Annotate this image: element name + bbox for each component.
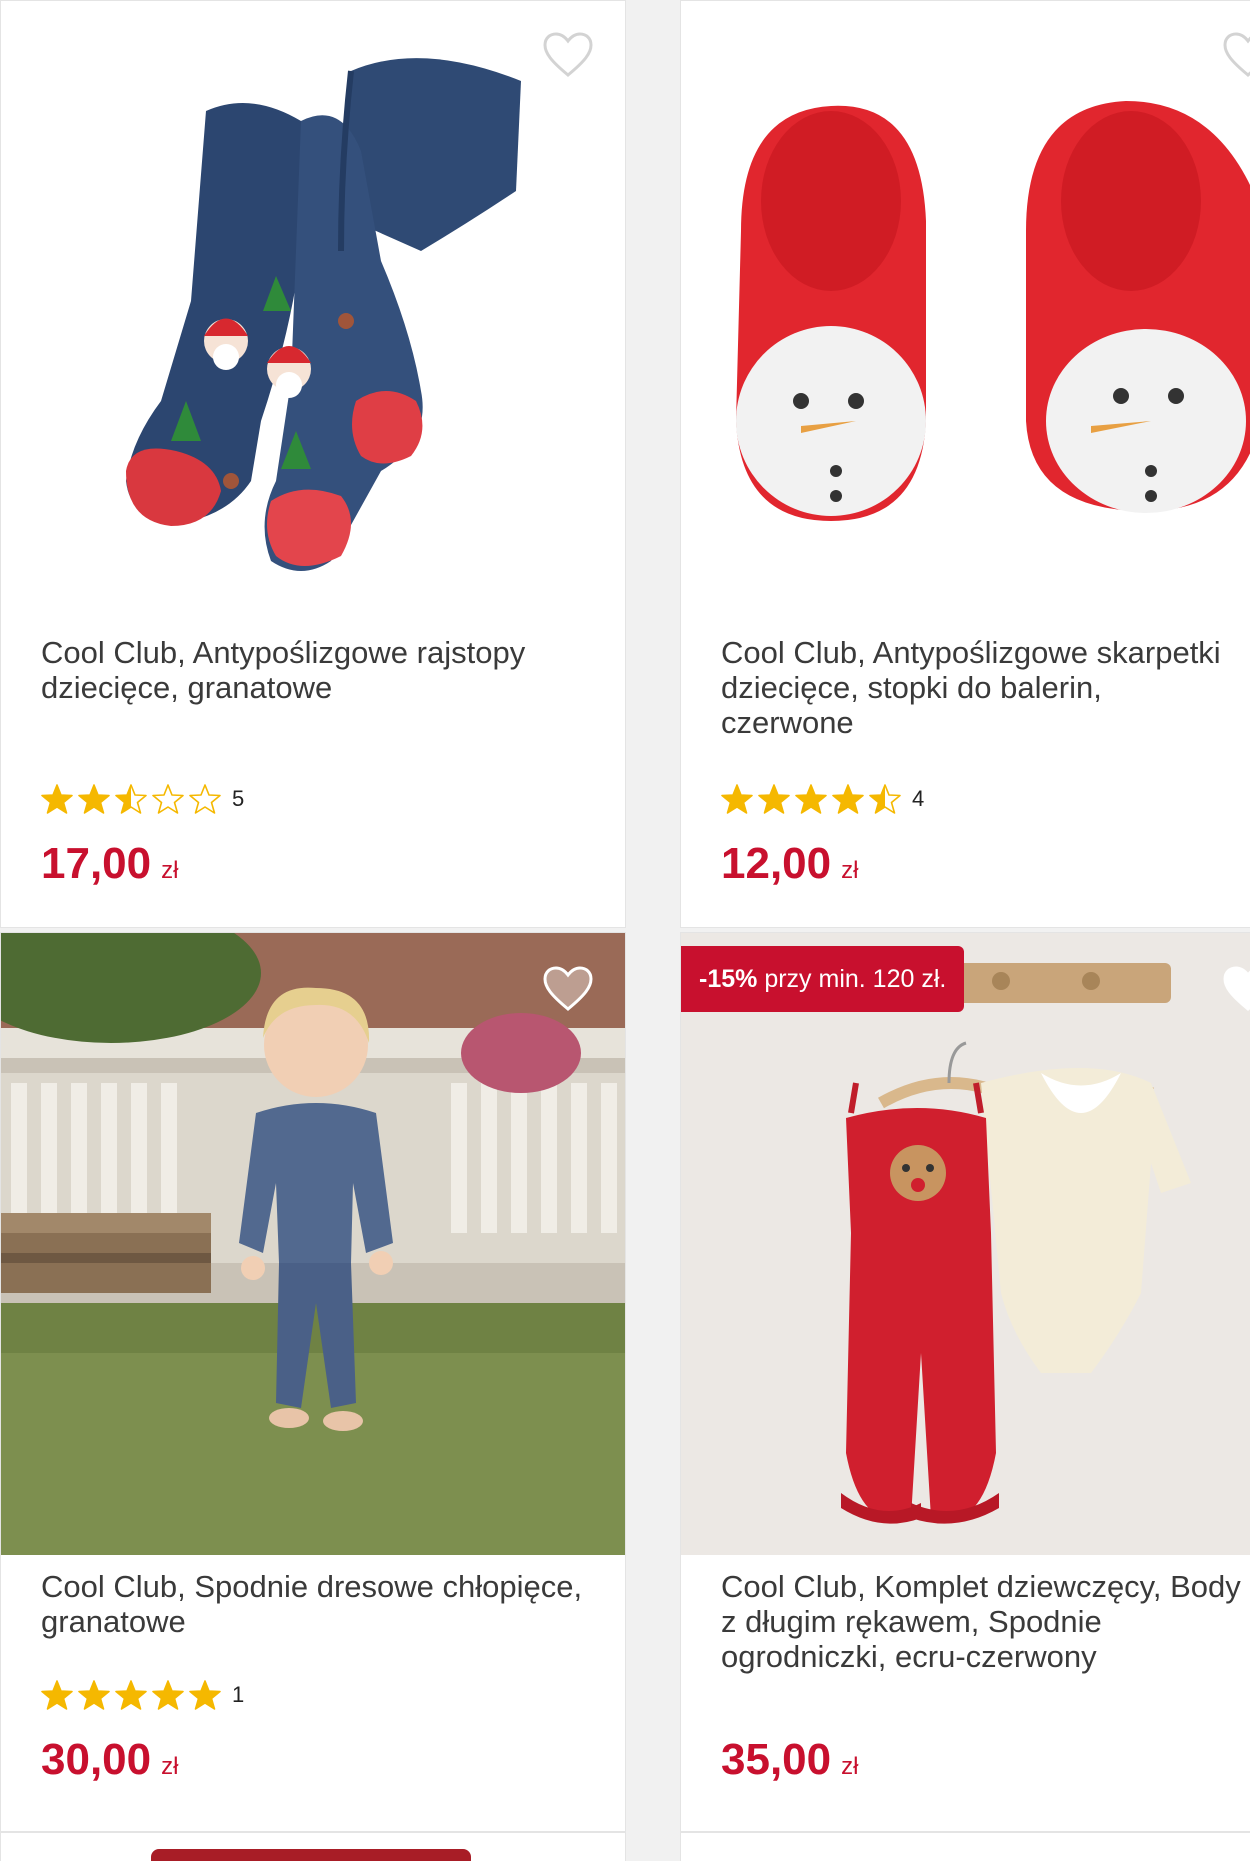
price-amount: 12,00: [721, 839, 832, 888]
favorite-heart-icon[interactable]: [1221, 31, 1250, 79]
product-card[interactable]: [0, 1832, 626, 1861]
product-price: 30,00 zł: [41, 1735, 178, 1785]
star-full-icon: [721, 783, 753, 815]
star-half-icon: [115, 783, 147, 815]
product-price: 12,00 zł: [721, 839, 858, 889]
star-full-icon: [758, 783, 790, 815]
boy-outfit-image: [1, 933, 625, 1555]
rating-stars: 4: [721, 783, 924, 815]
product-image[interactable]: [681, 1, 1250, 601]
price-currency: zł: [841, 857, 859, 884]
product-image[interactable]: [1, 1, 625, 601]
star-full-icon: [78, 1679, 110, 1711]
star-full-icon: [795, 783, 827, 815]
star-full-icon: [41, 783, 73, 815]
rating-count: 5: [232, 786, 245, 811]
product-card[interactable]: Cool Club, Antypoślizgowe skarpetki dzie…: [680, 0, 1250, 928]
star-full-icon: [152, 1679, 184, 1711]
promo-badge: -15% przy min. 120 zł.: [681, 946, 965, 1012]
product-price: 35,00 zł: [721, 1735, 858, 1785]
price-currency: zł: [841, 1753, 859, 1780]
promo-condition: przy min. 120 zł.: [764, 965, 947, 993]
product-title[interactable]: Cool Club, Antypoślizgowe skarpetki dzie…: [721, 635, 1241, 740]
star-full-icon: [78, 783, 110, 815]
product-card[interactable]: Cool Club, Antypoślizgowe rajstopy dziec…: [0, 0, 626, 928]
star-empty-icon: [189, 783, 221, 815]
star-full-icon: [189, 1679, 221, 1711]
star-full-icon: [832, 783, 864, 815]
tights-image: [1, 1, 625, 601]
price-currency: zł: [161, 1753, 179, 1780]
girl-set-image: [681, 933, 1250, 1555]
socks-image: [681, 1, 1250, 601]
favorite-heart-icon[interactable]: [541, 965, 595, 1013]
promo-discount: -15%: [699, 965, 758, 993]
star-half-icon: [869, 783, 901, 815]
product-card[interactable]: -15% przy min. 120 zł. Cool Club, Komple…: [680, 932, 1250, 1832]
rating-count: 1: [232, 1682, 245, 1707]
star-empty-icon: [152, 783, 184, 815]
favorite-heart-icon[interactable]: [541, 31, 595, 79]
star-full-icon: [41, 1679, 73, 1711]
price-currency: zł: [161, 857, 179, 884]
rating-stars: 5: [41, 783, 244, 815]
product-title[interactable]: Cool Club, Antypoślizgowe rajstopy dziec…: [41, 635, 607, 705]
rating-stars: 1: [41, 1679, 244, 1711]
product-image[interactable]: [151, 1849, 471, 1861]
rating-count: 4: [912, 786, 925, 811]
price-amount: 35,00: [721, 1735, 832, 1784]
product-image[interactable]: [1, 933, 625, 1555]
product-price: 17,00 zł: [41, 839, 178, 889]
product-title[interactable]: Cool Club, Komplet dziewczęcy, Body z dł…: [721, 1569, 1241, 1674]
star-full-icon: [115, 1679, 147, 1711]
price-amount: 30,00: [41, 1735, 152, 1784]
product-card[interactable]: [680, 1832, 1250, 1861]
price-amount: 17,00: [41, 839, 152, 888]
product-image[interactable]: [681, 933, 1250, 1555]
product-card[interactable]: Cool Club, Spodnie dresowe chłopięce, gr…: [0, 932, 626, 1832]
favorite-heart-icon[interactable]: [1221, 965, 1250, 1013]
product-title[interactable]: Cool Club, Spodnie dresowe chłopięce, gr…: [41, 1569, 607, 1639]
